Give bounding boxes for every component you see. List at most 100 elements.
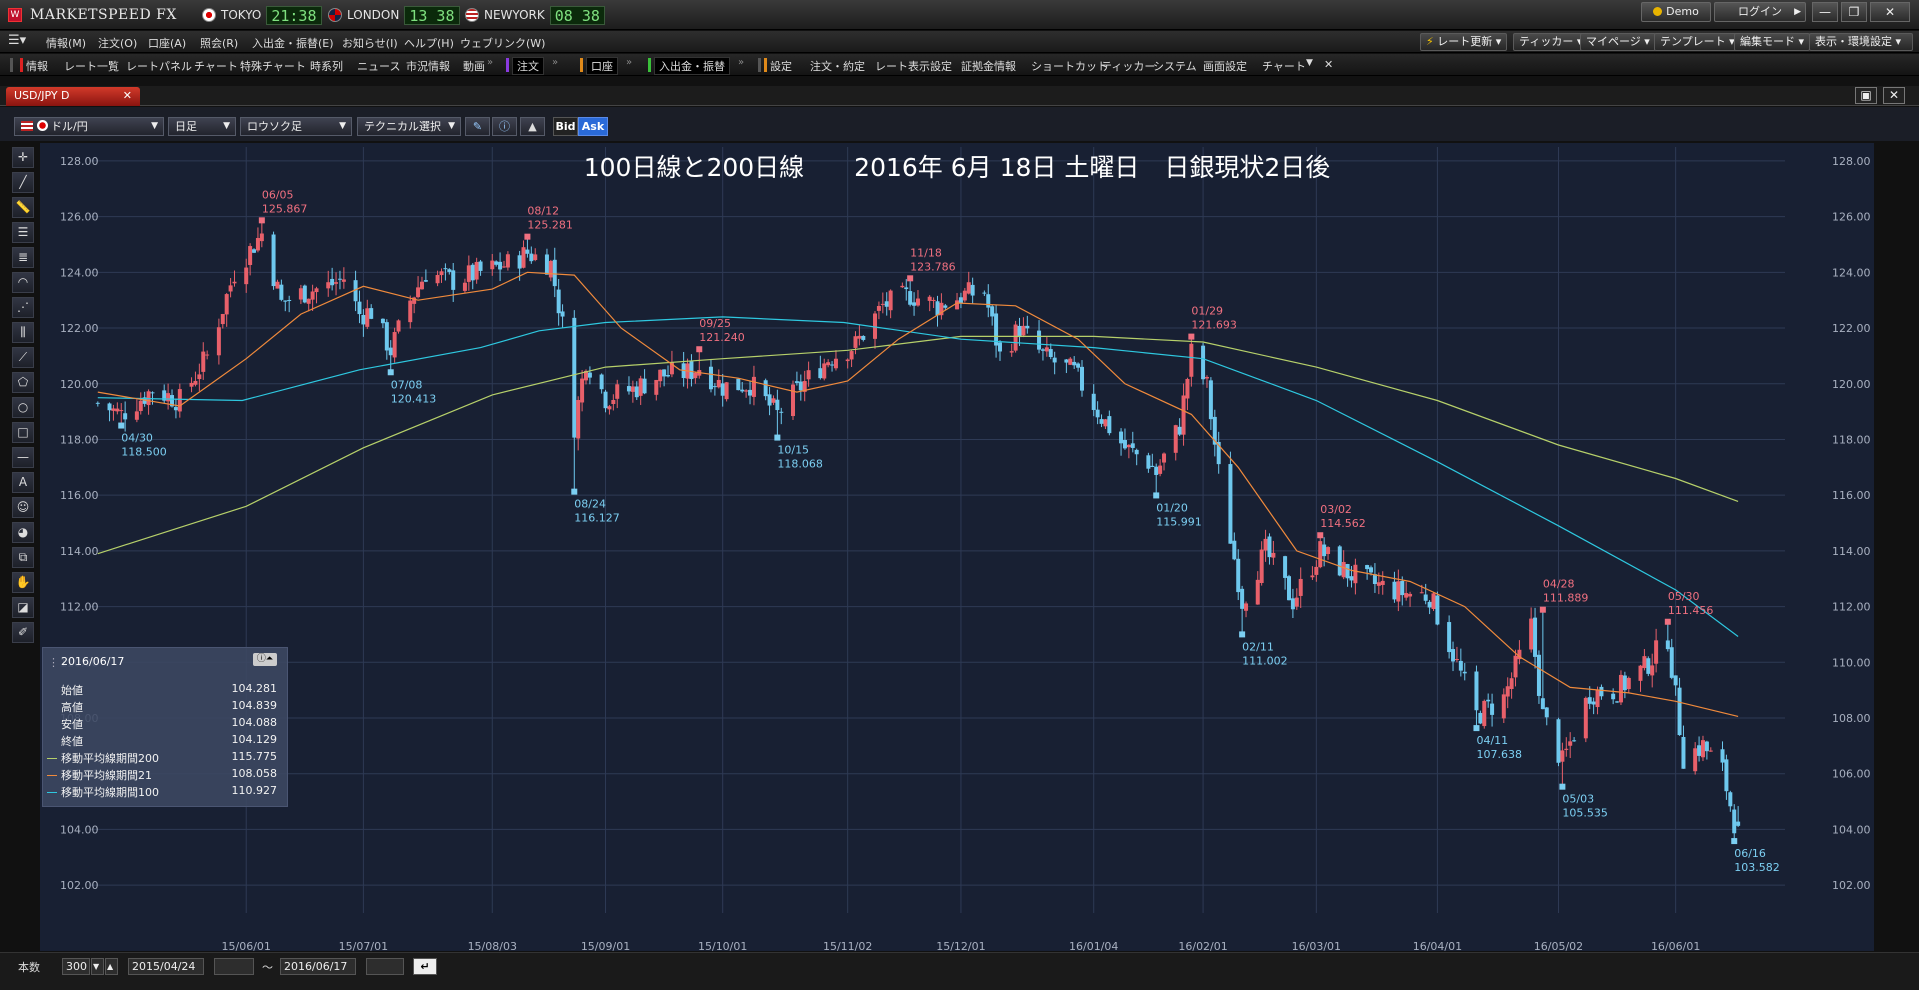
eraser-icon[interactable]: ◪ xyxy=(12,597,34,618)
arc-icon[interactable]: ◠ xyxy=(12,272,34,293)
horizontal-lines-icon[interactable]: ☰ xyxy=(12,222,34,243)
menu-order[interactable]: 注文(O) xyxy=(98,35,137,51)
toolbar-chart[interactable]: チャート xyxy=(194,58,238,74)
from-time-input[interactable] xyxy=(214,958,254,975)
close-window-button[interactable]: ✕ xyxy=(1870,2,1910,22)
area-chart-icon[interactable]: ▲ xyxy=(520,117,545,136)
rectangle-icon[interactable]: □ xyxy=(12,422,34,443)
toolbar-margin[interactable]: 証拠金情報 xyxy=(961,58,1016,74)
rate-update-button[interactable]: ⚡ レート更新 ▾ xyxy=(1420,33,1508,51)
display-settings-button[interactable]: 表示・環境設定 ▾ xyxy=(1809,33,1913,51)
copy-icon[interactable]: ⧉ xyxy=(12,547,34,568)
toolbar-shortcut[interactable]: ショートカット xyxy=(1031,58,1108,74)
menu-inquiry[interactable]: 照会(R) xyxy=(200,35,238,51)
toolbar-settings[interactable]: 設定 xyxy=(770,58,792,74)
emoji-icon[interactable]: ☺ xyxy=(12,497,34,518)
chart-plot-area[interactable]: 128.00 128.00 126.00 126.00 124.00 124.00 122.… xyxy=(40,143,1874,951)
toolbar-overflow-icon[interactable]: » xyxy=(487,57,493,68)
toolbar-account[interactable]: 口座 xyxy=(586,57,618,75)
toolbar-special-chart[interactable]: 特殊チャート xyxy=(240,58,306,74)
close-icon[interactable]: ✕ xyxy=(123,87,132,105)
polygon-icon[interactable]: ⬠ xyxy=(12,372,34,393)
candlestick-chart[interactable]: 128.00 128.00 126.00 126.00 124.00 124.00 122.… xyxy=(40,143,1874,951)
login-button[interactable]: ログイン ▶ xyxy=(1714,2,1806,22)
toolbar-overflow-icon[interactable]: » xyxy=(626,57,632,68)
ask-button[interactable]: Ask xyxy=(578,117,608,136)
count-up-icon[interactable]: ▲ xyxy=(105,958,118,975)
info-icon[interactable]: ⓘ xyxy=(492,117,517,136)
pitchfork-icon[interactable]: ⟋ xyxy=(12,347,34,368)
row-value: 108.058 xyxy=(231,767,278,780)
hamburger-menu-icon[interactable]: ☰▾ xyxy=(8,33,26,48)
toolbar-info[interactable]: 情報 xyxy=(26,58,48,74)
info-toggle-icon[interactable]: ⓘ⏶ xyxy=(253,653,277,666)
candle-body xyxy=(1369,567,1374,573)
circle-icon[interactable]: ○ xyxy=(12,397,34,418)
magnet-icon[interactable]: ◕ xyxy=(12,522,34,543)
candle xyxy=(638,375,643,405)
technical-select[interactable]: テクニカル選択 ▼ xyxy=(357,117,461,136)
bid-button[interactable]: Bid xyxy=(553,117,578,136)
toolbar-rate-list[interactable]: レート一覧 xyxy=(64,58,119,74)
toolbar-system[interactable]: システム xyxy=(1153,58,1197,74)
hand-icon[interactable]: ✋ xyxy=(12,572,34,593)
toolbar-deposit[interactable]: 入出金・振替 xyxy=(654,57,730,75)
count-down-icon[interactable]: ▼ xyxy=(91,958,104,975)
toolbar-chart2[interactable]: チャート xyxy=(1262,58,1306,74)
hline-icon[interactable]: — xyxy=(12,447,34,468)
toolbar-ticker[interactable]: ティッカー xyxy=(1101,58,1155,74)
mypage-button[interactable]: マイページ ▾ xyxy=(1580,33,1656,51)
toolbar-rate-display[interactable]: レート表示設定 xyxy=(875,58,952,74)
toolbar-more-icon[interactable]: ▼ xyxy=(1306,58,1313,68)
toolbar-close-icon[interactable]: ✕ xyxy=(1324,58,1333,71)
pen-icon[interactable]: ✎ xyxy=(465,117,490,136)
crosshair-icon[interactable]: ✛ xyxy=(12,147,34,168)
toolbar-order-exec[interactable]: 注文・約定 xyxy=(810,58,865,74)
info-row-open: 始値 104.281 xyxy=(43,682,289,699)
trendline-icon[interactable]: ╱ xyxy=(12,172,34,193)
toolbar-rate-panel[interactable]: レートパネル xyxy=(126,58,192,74)
count-input[interactable]: 300 xyxy=(62,958,90,975)
from-date-input[interactable]: 2015/04/24 xyxy=(128,958,204,975)
refresh-icon[interactable]: ↵ xyxy=(413,958,437,975)
minimize-button[interactable]: — xyxy=(1812,2,1838,22)
ruler-icon[interactable]: 📏 xyxy=(12,197,34,218)
edit-mode-button[interactable]: 編集モード ▾ xyxy=(1734,33,1811,51)
menu-account[interactable]: 口座(A) xyxy=(148,35,186,51)
menu-notice[interactable]: お知らせ(I) xyxy=(342,35,398,51)
fan-icon[interactable]: ⋰ xyxy=(12,297,34,318)
menu-deposit[interactable]: 入出金・振替(E) xyxy=(252,35,334,51)
candle xyxy=(1720,741,1725,772)
template-button[interactable]: テンプレート ▾ xyxy=(1654,33,1741,51)
toolbar-overflow-icon[interactable]: » xyxy=(552,57,558,68)
toolbar-market-info[interactable]: 市況情報 xyxy=(406,58,450,74)
ticker-button[interactable]: ティッカー ▾ xyxy=(1513,33,1589,51)
to-date-input[interactable]: 2016/06/17 xyxy=(280,958,356,975)
period-select[interactable]: 日足 ▼ xyxy=(168,117,236,136)
maximize-button[interactable]: ❐ xyxy=(1841,2,1867,22)
toolbar-video[interactable]: 動画 xyxy=(463,58,485,74)
text-icon[interactable]: A xyxy=(12,472,34,493)
pair-select[interactable]: ドル/円 ▼ xyxy=(14,117,164,136)
candle-body xyxy=(1150,465,1155,467)
toolbar-order[interactable]: 注文 xyxy=(512,57,544,75)
candle xyxy=(107,402,112,422)
settings-icon[interactable]: ✐ xyxy=(12,622,34,643)
menu-weblink[interactable]: ウェブリンク(W) xyxy=(460,35,545,51)
close-chart-icon[interactable]: ✕ xyxy=(1883,87,1905,104)
toolbar-timeseries[interactable]: 時系列 xyxy=(310,58,343,74)
chart-type-select[interactable]: ロウソク足 ▼ xyxy=(240,117,352,136)
restore-window-icon[interactable]: ▣ xyxy=(1855,87,1877,104)
panel-handle-icon[interactable]: ⋮ xyxy=(48,656,59,669)
demo-button[interactable]: Demo xyxy=(1641,2,1711,22)
chart-tab[interactable]: USD/JPY D ✕ xyxy=(6,87,140,106)
toolbar-overflow-icon[interactable]: » xyxy=(738,57,744,68)
toolbar-news[interactable]: ニュース xyxy=(357,58,400,74)
to-time-input[interactable] xyxy=(366,958,404,975)
menu-info[interactable]: 情報(M) xyxy=(46,35,86,51)
menu-help[interactable]: ヘルプ(H) xyxy=(404,35,454,51)
candle-body xyxy=(232,281,237,284)
parallel-lines-icon[interactable]: ≣ xyxy=(12,247,34,268)
toolbar-screen[interactable]: 画面設定 xyxy=(1203,58,1247,74)
vertical-lines-icon[interactable]: ⫼ xyxy=(12,322,34,343)
